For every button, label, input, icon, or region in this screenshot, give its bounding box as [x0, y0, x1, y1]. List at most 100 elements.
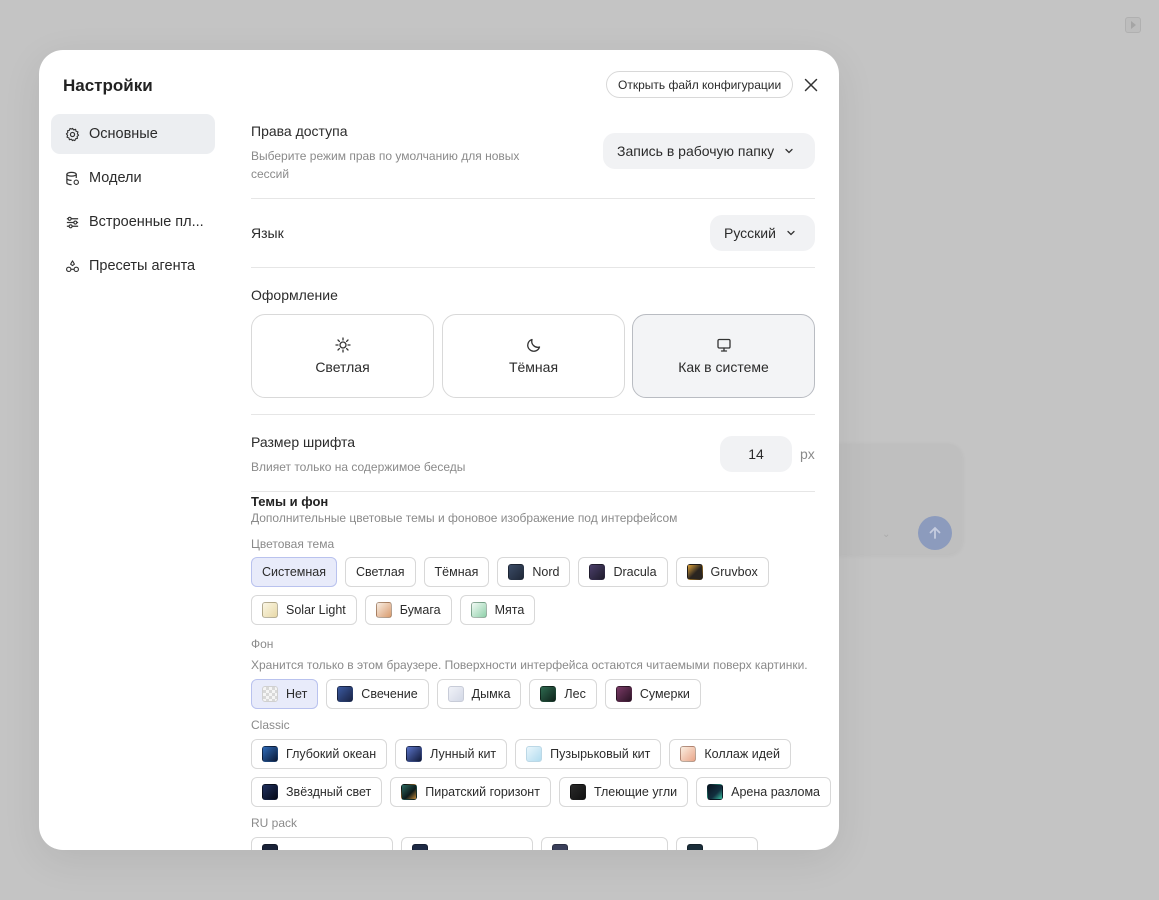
- bg-chip-none[interactable]: Нет: [251, 679, 319, 709]
- deep-ocean-swatch-icon: [262, 746, 278, 762]
- chip-label: Solar Light: [286, 603, 346, 617]
- sliders-icon: [64, 214, 80, 230]
- bg-chip-twilight[interactable]: Сумерки: [604, 679, 701, 709]
- bg-chip-starlight[interactable]: Звёздный свет: [251, 777, 383, 807]
- solar-light-swatch-icon: [262, 602, 278, 618]
- theme-chip-gruvbox[interactable]: Gruvbox: [675, 557, 769, 587]
- transparent-checker-icon: [262, 686, 278, 702]
- chip-label: Пиратский горизонт: [425, 785, 540, 799]
- font-size-label: Размер шрифта: [251, 434, 356, 450]
- bg-chip-moon-whale[interactable]: Лунный кит: [395, 739, 508, 769]
- sidebar-item-general[interactable]: Основные: [51, 114, 215, 154]
- bg-chip-forest[interactable]: Лес: [529, 679, 597, 709]
- ru-swatch-icon: [412, 844, 428, 850]
- chip-label: Дымка: [471, 687, 511, 701]
- bg-chip-bubble-whale[interactable]: Пузырьковый кит: [515, 739, 662, 769]
- chip-label: Бумага: [399, 603, 441, 617]
- appearance-option-dark[interactable]: Тёмная: [442, 314, 625, 398]
- chip-label: Системная: [262, 565, 327, 579]
- sidebar-item-models[interactable]: Модели: [51, 158, 215, 198]
- theme-chip-system[interactable]: Системная: [251, 557, 338, 587]
- sidebar-item-label: Встроенные пл...: [89, 214, 204, 230]
- color-theme-row-2: Solar Light Бумага Мята: [251, 595, 536, 625]
- theme-chip-dark[interactable]: Тёмная: [423, 557, 490, 587]
- divider: [251, 491, 815, 492]
- gruvbox-swatch-icon: [686, 564, 703, 580]
- dracula-swatch-icon: [589, 564, 606, 580]
- color-theme-label: Цветовая тема: [251, 537, 335, 551]
- close-icon[interactable]: [802, 76, 820, 94]
- chip-label: Глубокий океан: [286, 747, 377, 761]
- open-config-button[interactable]: Открыть файл конфигурации: [606, 71, 794, 98]
- settings-modal: Настройки Открыть файл конфигурации Осно…: [39, 50, 839, 850]
- classic-row-1: Глубокий океан Лунный кит Пузырьковый ки…: [251, 739, 791, 769]
- forest-swatch-icon: [540, 686, 557, 702]
- chevron-down-icon: [787, 230, 795, 236]
- rift-arena-swatch-icon: [707, 784, 724, 800]
- chip-label: Светлая: [356, 565, 405, 579]
- bg-chip-glow[interactable]: Свечение: [326, 679, 429, 709]
- font-size-unit: px: [800, 446, 815, 462]
- chip-label: Лес: [564, 687, 586, 701]
- bg-chip-haze[interactable]: Дымка: [436, 679, 522, 709]
- theme-chip-light[interactable]: Светлая: [345, 557, 416, 587]
- permissions-value: Запись в рабочую папку: [617, 143, 775, 159]
- bg-chip-pirate-horizon[interactable]: Пиратский горизонт: [390, 777, 551, 807]
- bg-chip-deep-ocean[interactable]: Глубокий океан: [251, 739, 388, 769]
- ru-pack-row: [251, 837, 758, 850]
- appearance-option-system[interactable]: Как в системе: [632, 314, 815, 398]
- appearance-option-label: Светлая: [315, 359, 370, 375]
- chip-label: Лунный кит: [430, 747, 497, 761]
- twilight-swatch-icon: [615, 686, 632, 702]
- language-value: Русский: [724, 225, 776, 241]
- font-size-description: Влияет только на содержимое беседы: [251, 460, 466, 474]
- theme-chip-paper[interactable]: Бумага: [364, 595, 452, 625]
- permissions-dropdown[interactable]: Запись в рабочую папку: [603, 133, 815, 169]
- sidebar-item-agent-presets[interactable]: Пресеты агента: [51, 246, 215, 286]
- bg-chip-ru-4[interactable]: [676, 837, 758, 850]
- ru-pack-label: RU pack: [251, 816, 298, 830]
- sidebar-toggle-icon[interactable]: [1125, 17, 1141, 33]
- themes-title: Темы и фон: [251, 494, 329, 509]
- haze-swatch-icon: [447, 686, 464, 702]
- bg-chip-rift-arena[interactable]: Арена разлома: [696, 777, 831, 807]
- chip-label: Арена разлома: [731, 785, 820, 799]
- paper-swatch-icon: [375, 602, 392, 618]
- ru-swatch-icon: [552, 844, 568, 850]
- bg-chip-smoldering-embers[interactable]: Тлеющие угли: [558, 777, 689, 807]
- modal-title: Настройки: [63, 76, 153, 95]
- arrow-up-icon: [929, 526, 941, 539]
- nord-swatch-icon: [508, 564, 525, 580]
- chip-label: Коллаж идей: [704, 747, 780, 761]
- font-size-input[interactable]: 14: [720, 436, 792, 472]
- pirate-horizon-swatch-icon: [401, 784, 418, 800]
- theme-chip-nord[interactable]: Nord: [497, 557, 571, 587]
- sidebar-item-builtin[interactable]: Встроенные пл...: [51, 202, 215, 242]
- moon-icon: [526, 338, 540, 352]
- color-theme-row-1: Системная Светлая Тёмная Nord Dracula Gr…: [251, 557, 769, 587]
- theme-chip-dracula[interactable]: Dracula: [578, 557, 668, 587]
- idea-collage-swatch-icon: [680, 746, 697, 762]
- moon-whale-swatch-icon: [406, 746, 423, 762]
- divider: [251, 267, 815, 268]
- bg-chip-ru-3[interactable]: [541, 837, 668, 850]
- background-row: Нет Свечение Дымка Лес Сумерки: [251, 679, 701, 709]
- chip-label: Dracula: [613, 565, 657, 579]
- background-description: Хранится только в этом браузере. Поверхн…: [251, 658, 808, 672]
- sidebar-item-label: Пресеты агента: [89, 258, 196, 274]
- monitor-icon: [716, 338, 731, 352]
- permissions-label: Права доступа: [251, 123, 348, 139]
- theme-chip-mint[interactable]: Мята: [459, 595, 536, 625]
- language-dropdown[interactable]: Русский: [710, 215, 815, 251]
- appearance-option-light[interactable]: Светлая: [251, 314, 434, 398]
- bg-chip-ru-2[interactable]: [401, 837, 533, 850]
- bg-chip-idea-collage[interactable]: Коллаж идей: [669, 739, 791, 769]
- permissions-description: Выберите режим прав по умолчанию для нов…: [251, 149, 520, 181]
- embers-swatch-icon: [569, 784, 586, 800]
- bg-chip-ru-1[interactable]: [251, 837, 393, 850]
- database-icon: [64, 170, 80, 186]
- glow-swatch-icon: [337, 686, 354, 702]
- theme-chip-solar-light[interactable]: Solar Light: [251, 595, 357, 625]
- classic-label: Classic: [251, 718, 290, 732]
- agent-icon: [64, 258, 80, 274]
